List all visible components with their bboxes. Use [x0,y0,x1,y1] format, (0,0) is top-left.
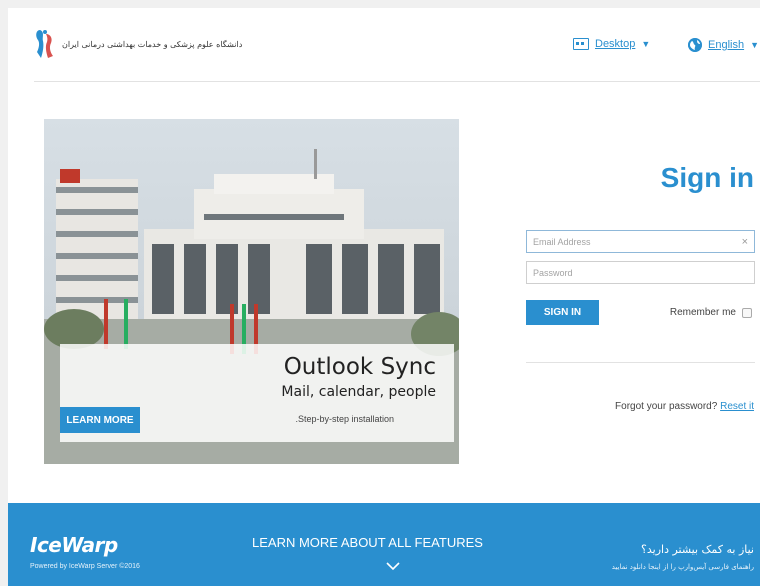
password-field[interactable] [526,261,755,284]
promo-title: Outlook Sync [283,354,436,380]
learn-more-button[interactable]: LEARN MORE [60,407,140,433]
learn-more-features-link[interactable]: LEARN MORE ABOUT ALL FEATURES [252,535,483,550]
university-logo: دانشگاه علوم پزشکی و خدمات بهداشتی درمان… [34,28,242,60]
forgot-password-label: Forgot your password? [615,401,718,412]
caret-down-icon[interactable]: ▼ [750,40,759,50]
chevron-down-icon[interactable] [386,559,400,573]
footer: IceWarp Powered by IceWarp Server ©2016 … [8,503,760,586]
sign-in-title: Sign in [660,162,754,193]
desktop-view-selector[interactable]: Desktop ▼ [573,38,650,50]
help-download-link[interactable]: راهنمای فارسی آیس‌وارپ را از اینجا دانلو… [612,563,754,571]
language-selector[interactable]: English ▼ [688,38,759,52]
password-input[interactable] [533,267,748,278]
email-input[interactable] [533,236,742,247]
header-divider [34,81,760,82]
reset-password-link[interactable]: Reset it [720,401,754,412]
icewarp-logo: IceWarp [30,533,118,557]
login-page: دانشگاه علوم پزشکی و خدمات بهداشتی درمان… [8,8,760,586]
promo-banner: Outlook Sync Mail, calendar, people .Ste… [44,119,459,464]
desktop-label[interactable]: Desktop [595,38,635,50]
form-divider [526,362,755,363]
remember-me-checkbox[interactable] [742,307,752,318]
forgot-password: Forgot your password? Reset it [615,401,754,412]
close-icon[interactable]: × [742,236,748,248]
header: دانشگاه علوم پزشکی و خدمات بهداشتی درمان… [8,8,760,82]
promo-step-text: .Step-by-step installation [295,414,394,424]
email-field[interactable]: × [526,230,755,253]
remember-me-label: Remember me [669,307,736,318]
language-label[interactable]: English [708,39,744,51]
logo-text: دانشگاه علوم پزشکی و خدمات بهداشتی درمان… [62,39,243,49]
help-title: نیاز به کمک بیشتر دارید؟ [641,543,754,556]
desktop-icon [573,38,589,50]
promo-subtitle: Mail, calendar, people [281,384,436,400]
powered-by-text: Powered by IceWarp Server ©2016 [30,563,140,570]
sign-in-button[interactable]: SIGN IN [526,300,599,325]
globe-icon [688,38,702,52]
promo-caption-box: Outlook Sync Mail, calendar, people .Ste… [60,344,454,442]
remember-me[interactable]: Remember me [670,307,752,318]
logo-mark-icon [36,30,53,58]
caret-down-icon[interactable]: ▼ [641,39,650,49]
